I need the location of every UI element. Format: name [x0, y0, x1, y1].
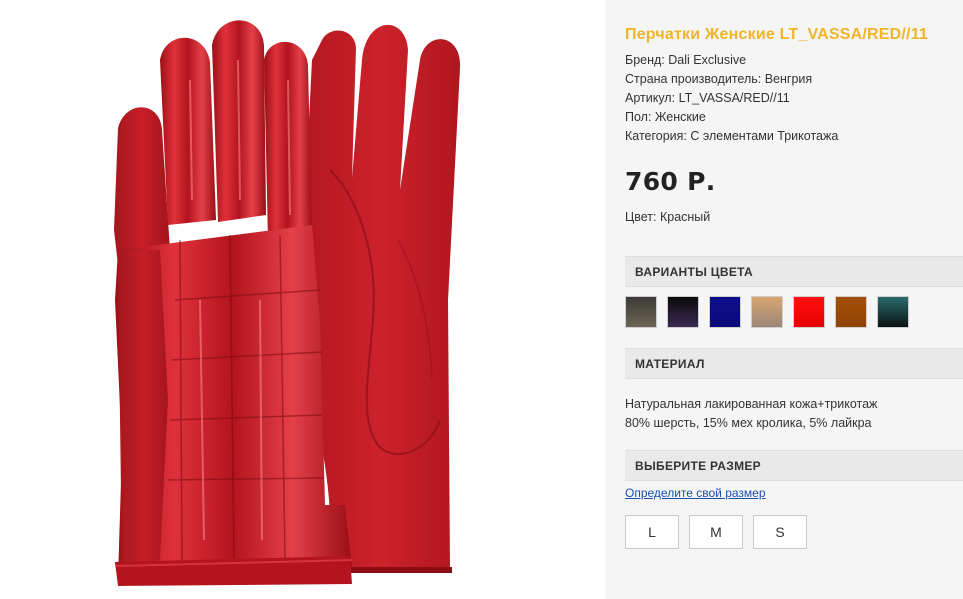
color-label: Цвет: [625, 210, 657, 224]
material-line-2: 80% шерсть, 15% мех кролика, 5% лайкра [625, 416, 872, 430]
spec-value: LT_VASSA/RED//11 [678, 91, 790, 105]
current-color: Цвет: Красный [625, 210, 710, 224]
spec-gender: Пол: Женские [625, 110, 706, 124]
size-option-m[interactable]: M [689, 515, 743, 549]
color-variants-header: ВАРИАНТЫ ЦВЕТА [625, 256, 963, 287]
size-option-l[interactable]: L [625, 515, 679, 549]
spec-category: Категория: С элементами Трикотажа [625, 129, 838, 143]
section-title: МАТЕРИАЛ [635, 357, 705, 371]
spec-label: Бренд: [625, 53, 665, 67]
color-value: Красный [659, 210, 711, 224]
swatch-black-purple[interactable] [667, 296, 699, 328]
spec-country: Страна производитель: Венгрия [625, 72, 812, 86]
section-title: ВАРИАНТЫ ЦВЕТА [635, 265, 753, 279]
product-price: 760 Р. [625, 167, 716, 196]
product-info-panel: Перчатки Женские LT_VASSA/RED//11 Бренд:… [605, 0, 963, 599]
spec-label: Артикул: [625, 91, 676, 105]
spec-value: Венгрия [764, 72, 813, 86]
swatch-dark-olive[interactable] [625, 296, 657, 328]
size-guide-link[interactable]: Определите свой размер [625, 486, 766, 500]
swatch-beige[interactable] [751, 296, 783, 328]
swatch-brown[interactable] [835, 296, 867, 328]
swatch-teal-black[interactable] [877, 296, 909, 328]
swatch-red[interactable] [793, 296, 825, 328]
material-line-1: Натуральная лакированная кожа+трикотаж [625, 397, 878, 411]
spec-brand: Бренд: Dali Exclusive [625, 53, 746, 67]
material-header: МАТЕРИАЛ [625, 348, 963, 379]
spec-label: Категория: [625, 129, 687, 143]
material-description: Натуральная лакированная кожа+трикотаж 8… [625, 395, 877, 433]
product-photo[interactable] [0, 0, 605, 599]
spec-label: Страна производитель: [625, 72, 762, 86]
size-header: ВЫБЕРИТЕ РАЗМЕР [625, 450, 963, 481]
spec-value: Dali Exclusive [668, 53, 747, 67]
spec-sku: Артикул: LT_VASSA/RED//11 [625, 91, 790, 105]
red-gloves-image [114, 20, 461, 586]
spec-value: Женские [654, 110, 706, 124]
swatch-navy-blue[interactable] [709, 296, 741, 328]
section-title: ВЫБЕРИТЕ РАЗМЕР [635, 459, 761, 473]
spec-value: С элементами Трикотажа [690, 129, 839, 143]
glove-back [302, 24, 461, 573]
product-title: Перчатки Женские LT_VASSA/RED//11 [625, 26, 929, 43]
size-option-s[interactable]: S [753, 515, 807, 549]
spec-label: Пол: [625, 110, 652, 124]
